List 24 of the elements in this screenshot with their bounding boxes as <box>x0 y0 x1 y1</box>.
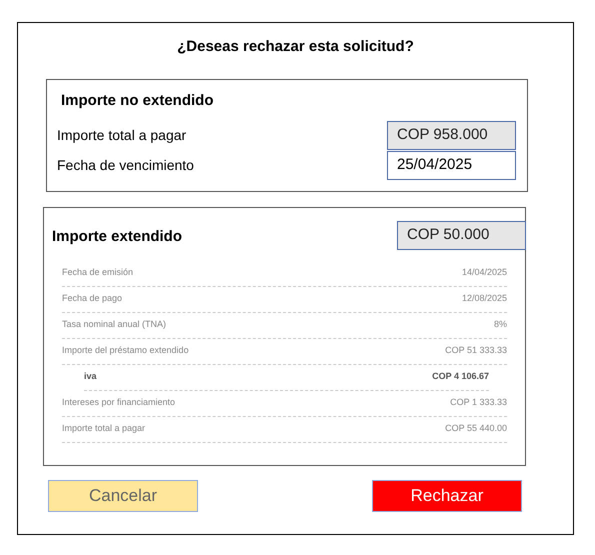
detail-label: Importe total a pagar <box>62 422 146 436</box>
detail-value: COP 4 106.67 <box>432 370 489 384</box>
field-label: Fecha de vencimiento <box>57 156 194 175</box>
reject-button[interactable]: Rechazar <box>372 480 522 512</box>
detail-label: Intereses por financiamiento <box>62 396 176 410</box>
detail-value: 8% <box>494 318 507 332</box>
detail-value: COP 55 440.00 <box>445 422 507 436</box>
detail-label: Tasa nominal anual (TNA) <box>62 318 166 332</box>
cancel-button[interactable]: Cancelar <box>48 480 198 512</box>
detail-value: 12/08/2025 <box>462 292 507 306</box>
section-heading: Importe no extendido <box>61 90 215 110</box>
detail-value: COP 1 333.33 <box>450 396 507 410</box>
date-field[interactable]: 25/04/2025 <box>387 151 516 180</box>
amount-field: COP 958.000 <box>387 121 516 150</box>
field-label: Importe total a pagar <box>57 126 186 145</box>
section-heading: Importe extendido <box>52 226 182 247</box>
detail-value: 14/04/2025 <box>462 266 507 280</box>
detail-value: COP 51 333.33 <box>445 344 507 358</box>
detail-label: iva <box>84 370 97 384</box>
detail-label: Importe del préstamo extendido <box>62 344 189 358</box>
dialog-title: ¿Deseas rechazar esta solicitud? <box>177 37 414 57</box>
detail-label: Fecha de pago <box>62 292 122 306</box>
amount-field: COP 50.000 <box>397 220 526 250</box>
detail-label: Fecha de emisión <box>62 266 134 280</box>
